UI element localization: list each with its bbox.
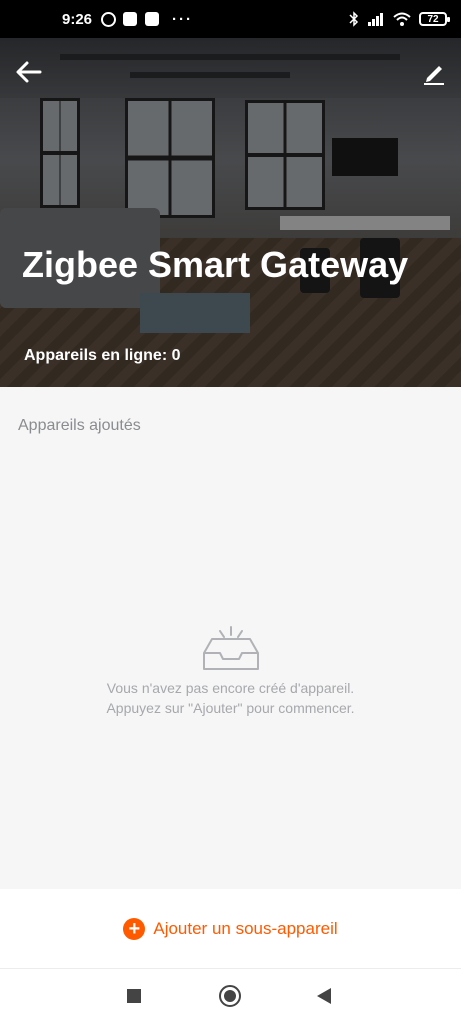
- section-title: Appareils ajoutés: [18, 417, 141, 434]
- empty-state-message: Vous n'avez pas encore créé d'appareil.: [106, 680, 355, 696]
- system-navigation-bar: [0, 969, 461, 1024]
- battery-indicator: 72: [419, 12, 450, 26]
- photo-overlay: [0, 38, 461, 387]
- header-banner: Zigbee Smart Gateway Appareils en ligne:…: [0, 38, 461, 387]
- device-list-area: Appareils ajoutés Vous n'avez pas encore…: [0, 387, 461, 889]
- empty-box-icon: [203, 626, 259, 670]
- add-sub-device-label: Ajouter un sous-appareil: [153, 918, 338, 938]
- status-indicators: 72: [349, 11, 450, 27]
- whatsapp-icon: [100, 11, 116, 27]
- add-sub-device-button[interactable]: + Ajouter un sous-appareil: [0, 889, 461, 969]
- bluetooth-icon: [349, 11, 359, 27]
- empty-state-hint: Appuyez sur "Ajouter" pour commencer.: [106, 700, 355, 716]
- arrow-left-icon[interactable]: [14, 60, 44, 84]
- recent-apps-icon[interactable]: [127, 989, 141, 1003]
- status-time: 9:26: [62, 10, 93, 28]
- back-triangle-icon[interactable]: [317, 988, 331, 1004]
- page-title: Zigbee Smart Gateway: [22, 244, 409, 285]
- signal-icon: [368, 13, 383, 26]
- add-circle-icon: +: [123, 917, 146, 940]
- wifi-icon: [393, 12, 411, 26]
- home-icon[interactable]: [219, 985, 241, 1007]
- message-icon: [122, 11, 138, 27]
- pencil-icon[interactable]: [421, 60, 447, 86]
- status-bar: 9:26 ··· 72: [0, 0, 461, 38]
- app-icon: [144, 11, 160, 27]
- online-devices-count: Appareils en ligne: 0: [24, 347, 181, 364]
- more-notifications: ···: [172, 10, 194, 28]
